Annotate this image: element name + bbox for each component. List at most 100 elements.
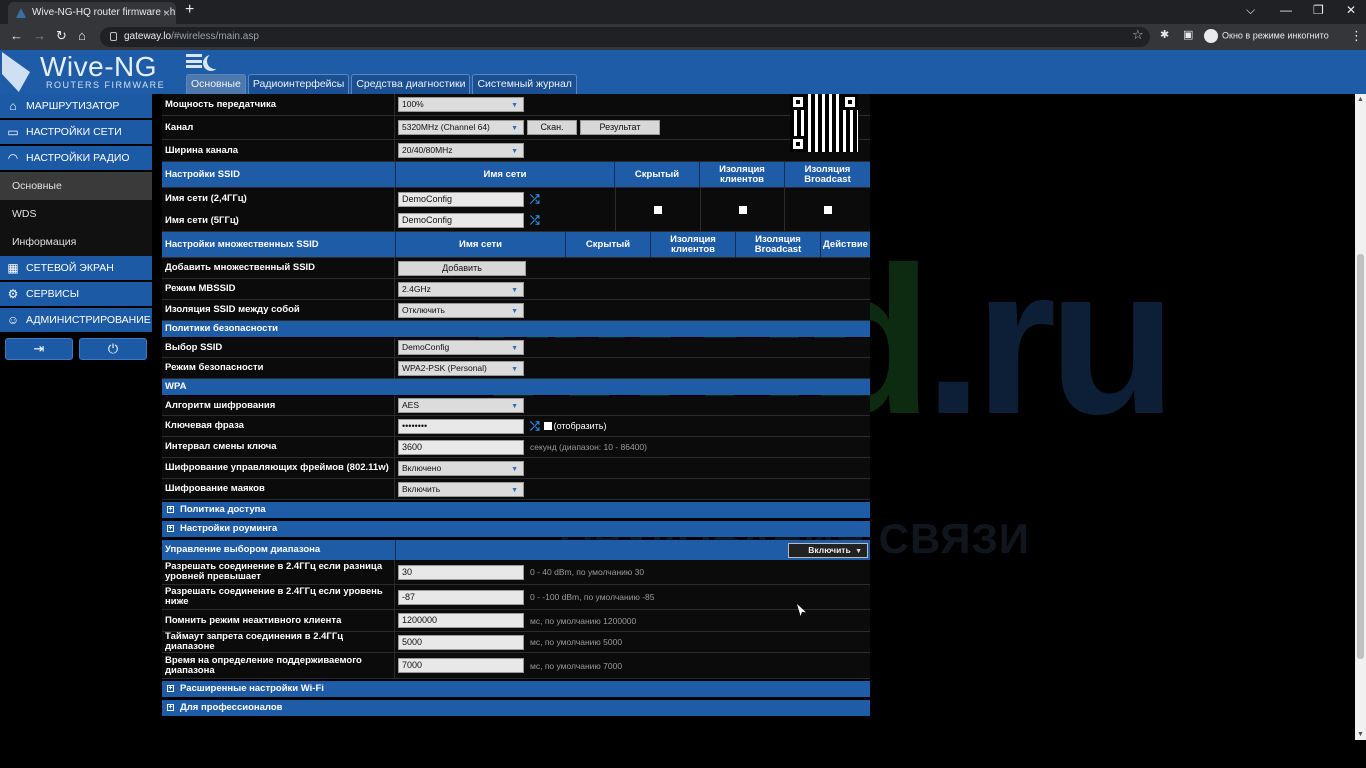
- sidebar-subitem-info[interactable]: Информация: [0, 228, 152, 256]
- scrollbar-thumb[interactable]: [1357, 254, 1364, 659]
- rssi-diff-input[interactable]: 30: [398, 564, 524, 580]
- sidebar-item-label: Настройки радио: [26, 152, 130, 164]
- sidebar-item-admin[interactable]: ☺ Администрирование: [0, 308, 152, 332]
- field-label: Алгоритм шифрования: [162, 396, 395, 415]
- shuffle-icon[interactable]: ⤮: [530, 192, 540, 207]
- ssid-isolation-select[interactable]: Отключить ▼: [398, 302, 524, 318]
- advanced-wifi-section[interactable]: + Расширенные настройки Wi-Fi: [162, 681, 870, 697]
- shuffle-icon[interactable]: ⤮: [530, 419, 540, 434]
- logout-button[interactable]: ⇥: [5, 338, 73, 360]
- row-mbssid-mode: Режим MBSSID 2.4GHz ▼: [162, 279, 870, 300]
- row-channel-width: Ширина канала 20/40/80MHz ▼: [162, 140, 870, 162]
- incognito-indicator[interactable]: Окно в режиме инкогнито: [1204, 29, 1329, 43]
- add-mssid-button[interactable]: Добавить: [398, 260, 526, 276]
- bookmark-star-icon[interactable]: ☆: [1132, 27, 1144, 43]
- cipher-select[interactable]: AES ▼: [398, 398, 524, 413]
- browser-toolbar: ← → ↻ ⌂ gateway.lo/#wireless/main.asp ☆ …: [0, 24, 1366, 50]
- chevron-down-icon: ▼: [511, 148, 518, 155]
- address-bar[interactable]: gateway.lo/#wireless/main.asp: [100, 27, 1150, 47]
- qr-finder: [790, 136, 806, 152]
- passphrase-input[interactable]: ••••••••: [398, 418, 524, 434]
- show-password-checkbox[interactable]: [543, 422, 552, 430]
- reload-icon[interactable]: ↻: [56, 28, 67, 44]
- close-window-button[interactable]: ✕: [1346, 3, 1356, 17]
- row-band-r5: Время на определение поддерживаемого диа…: [162, 653, 870, 679]
- sidebar-item-router[interactable]: ⌂ Маршрутизатор: [0, 94, 152, 118]
- field-label: Интервал смены ключа: [162, 437, 395, 457]
- tab-close-icon[interactable]: ×: [163, 2, 170, 24]
- channel-select[interactable]: 5320MHz (Channel 64) ▼: [398, 120, 524, 135]
- home-icon[interactable]: ⌂: [78, 28, 86, 43]
- tab-diagnostics[interactable]: Средства диагностики: [351, 74, 471, 94]
- band-steering-select[interactable]: Включить ▼: [788, 542, 868, 558]
- reboot-button[interactable]: ⏻: [79, 338, 147, 360]
- rekey-interval-input[interactable]: 3600: [398, 439, 524, 455]
- block-timeout-input[interactable]: 5000: [398, 634, 524, 650]
- chevron-down-icon: ▼: [511, 345, 518, 352]
- scan-result-button[interactable]: Результат: [580, 120, 660, 135]
- sidebar-subitem-main[interactable]: Основные: [0, 172, 152, 200]
- row-band-r4: Таймаут запрета соединения в 2.4ГГц диап…: [162, 632, 870, 653]
- new-tab-button[interactable]: +: [185, 1, 194, 19]
- router-icon: ⌂: [9, 99, 17, 113]
- inactive-client-input[interactable]: 1200000: [398, 613, 524, 628]
- beacon-protection-select[interactable]: Включить ▼: [398, 481, 524, 497]
- field-label: Ключевая фраза: [162, 416, 395, 436]
- forward-icon[interactable]: →: [33, 28, 46, 43]
- sidebar-item-radio[interactable]: ◠ Настройки радио: [0, 146, 152, 170]
- pro-section[interactable]: + Для профессионалов: [162, 700, 870, 716]
- hidden-checkbox[interactable]: [653, 205, 662, 214]
- band-detect-input[interactable]: 7000: [398, 658, 524, 673]
- tab-radio-interfaces[interactable]: Радиоинтерфейсы: [247, 74, 350, 94]
- theme-moon-icon[interactable]: [207, 53, 223, 69]
- chevron-down-icon: ▼: [511, 125, 518, 132]
- tx-power-select[interactable]: 100% ▼: [398, 97, 524, 112]
- browser-tab[interactable]: Wive-NG-HQ router firmware - h ×: [8, 2, 176, 24]
- scan-button[interactable]: Скан.: [527, 120, 577, 135]
- ssid-5-input[interactable]: DemoConfig: [398, 213, 524, 228]
- access-policy-section[interactable]: + Политика доступа: [162, 502, 870, 518]
- client-isolation-checkbox[interactable]: [738, 205, 747, 214]
- expand-icon: +: [167, 506, 174, 513]
- ssid-select[interactable]: DemoConfig ▼: [398, 340, 524, 355]
- rssi-threshold-input[interactable]: -87: [398, 589, 524, 605]
- broadcast-isolation-checkbox[interactable]: [823, 205, 832, 214]
- field-label: Шифрование управляющих фреймов (802.11w): [162, 458, 395, 478]
- logout-icon: ⇥: [33, 341, 45, 356]
- shuffle-icon[interactable]: ⤮: [530, 213, 540, 228]
- col-header: Настройки SSID: [162, 162, 396, 187]
- security-mode-select[interactable]: WPA2-PSK (Personal) ▼: [398, 360, 524, 376]
- tab-syslog[interactable]: Системный журнал: [472, 74, 577, 94]
- select-value: Включить: [808, 544, 851, 555]
- field-label: Выбор SSID: [162, 338, 395, 357]
- tab-main[interactable]: Основные: [186, 74, 246, 94]
- sidebar-item-firewall[interactable]: ▦ Сетевой экран: [0, 256, 152, 280]
- watermark-tld: .ru: [924, 223, 1176, 458]
- sidebar-subitem-wds[interactable]: WDS: [0, 200, 152, 228]
- pmf-select[interactable]: Включено ▼: [398, 460, 524, 476]
- scrollbar[interactable]: ▲ ▼: [1355, 94, 1366, 740]
- sidepanel-icon[interactable]: ▣: [1183, 28, 1193, 41]
- ssid-24-input[interactable]: DemoConfig: [398, 191, 524, 207]
- col-header: Действие: [823, 238, 868, 250]
- tab-search-icon[interactable]: ⌵: [1246, 3, 1255, 18]
- roaming-section[interactable]: + Настройки роуминга: [162, 521, 870, 537]
- maximize-button[interactable]: ❐: [1313, 3, 1324, 17]
- extensions-icon[interactable]: ✱: [1160, 28, 1169, 41]
- scroll-up-icon[interactable]: ▲: [1357, 96, 1364, 103]
- scroll-down-icon[interactable]: ▼: [1357, 731, 1364, 738]
- select-value: 2.4GHz: [402, 283, 431, 294]
- firewall-icon: ▦: [7, 261, 19, 275]
- row-wpa-beacon: Шифрование маяков Включить ▼: [162, 479, 870, 500]
- channel-width-select[interactable]: 20/40/80MHz ▼: [398, 143, 524, 158]
- menu-toggle-icon[interactable]: [186, 54, 202, 68]
- mbssid-mode-select[interactable]: 2.4GHz ▼: [398, 281, 524, 297]
- menu-icon[interactable]: ⋮: [1350, 28, 1363, 44]
- sidebar-item-network[interactable]: ▭ Настройки сети: [0, 120, 152, 144]
- chevron-down-icon: ▼: [511, 307, 518, 315]
- back-icon[interactable]: ←: [10, 28, 23, 43]
- sidebar-item-services[interactable]: ⚙ Сервисы: [0, 282, 152, 306]
- section-label: Настройки роуминга: [180, 523, 278, 534]
- field-label: Время на определение поддерживаемого диа…: [162, 653, 395, 678]
- minimize-button[interactable]: —: [1280, 3, 1292, 17]
